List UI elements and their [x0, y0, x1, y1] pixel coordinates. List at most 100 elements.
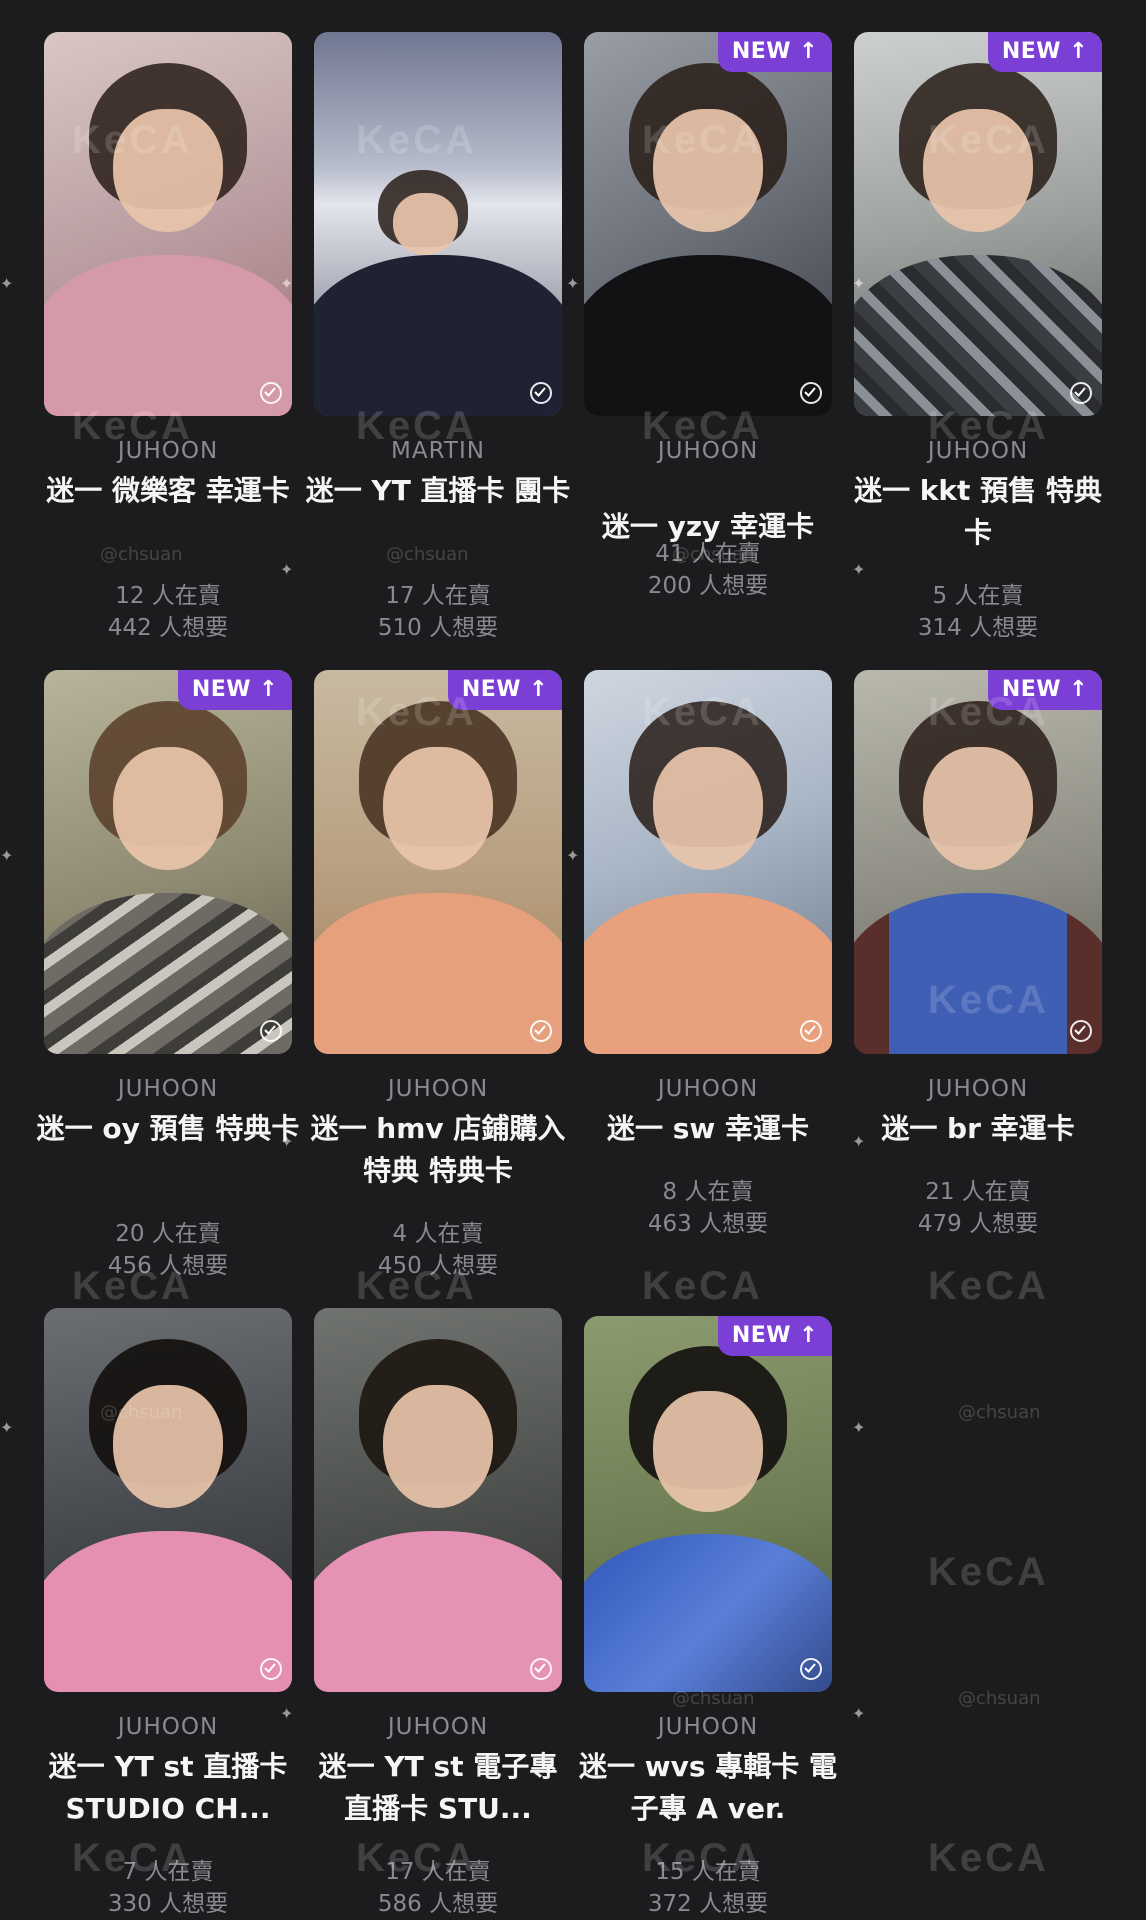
card-title[interactable]: 迷一 YT 直播卡 團卡	[302, 470, 574, 512]
sellers-count: 12 人在賣	[115, 583, 221, 609]
card-title[interactable]: 迷一 oy 預售 特典卡	[32, 1108, 304, 1150]
member-name: JUHOON	[387, 1076, 489, 1102]
card-photo[interactable]	[314, 32, 562, 416]
check-icon[interactable]	[1070, 382, 1092, 404]
card-title[interactable]: 迷一 sw 幸運卡	[572, 1108, 844, 1150]
watermark-handle: @chsuan	[672, 1688, 755, 1709]
check-icon[interactable]	[530, 1020, 552, 1042]
check-icon[interactable]	[260, 1658, 282, 1680]
check-icon[interactable]	[530, 1658, 552, 1680]
watermark-logo: KeCA	[928, 1836, 1049, 1880]
watermark-logo: KeCA	[928, 978, 1049, 1022]
watermark-handle: @chsuan	[100, 1402, 183, 1423]
sparkle-icon: ✦	[852, 560, 866, 579]
watermark-logo: KeCA	[72, 1264, 193, 1308]
new-badge: NEW ↑	[717, 32, 832, 72]
sellers-count: 17 人在賣	[385, 583, 491, 609]
card-title[interactable]: 迷一 微樂客 幸運卡	[32, 470, 304, 512]
check-icon[interactable]	[1070, 1020, 1092, 1042]
card-photo[interactable]: NEW ↑	[584, 1316, 832, 1692]
card-title[interactable]: 迷一 hmv 店鋪購入特典 特典卡	[302, 1108, 574, 1192]
sparkle-icon: ✦	[852, 1132, 866, 1151]
check-icon[interactable]	[260, 382, 282, 404]
sparkle-icon: ✦	[566, 274, 580, 293]
sellers-count: 5 人在賣	[932, 583, 1024, 609]
card-title[interactable]: 迷一 YT st 直播卡 STUDIO CH...	[32, 1746, 304, 1830]
card-title[interactable]: 迷一 wvs 專輯卡 電子專 A ver.	[572, 1746, 844, 1830]
watermark-logo: KeCA	[642, 404, 763, 448]
watermark-logo: KeCA	[356, 1264, 477, 1308]
arrow-up-icon: ↑	[259, 677, 278, 702]
sparkle-icon: ✦	[0, 274, 14, 293]
shirt-shape	[584, 254, 832, 416]
photocard-grid: JUHOON 迷一 微樂客 幸運卡 12 人在賣 442 人想要 MARTIN …	[0, 0, 1146, 1919]
watermark-handle: @chsuan	[958, 1402, 1041, 1423]
member-name: JUHOON	[117, 1076, 219, 1102]
card-photo[interactable]: NEW ↑	[854, 32, 1102, 416]
jacket-shape	[314, 254, 562, 416]
member-name: JUHOON	[117, 1714, 219, 1740]
member-name: JUHOON	[927, 1076, 1029, 1102]
sparkle-icon: ✦	[566, 846, 580, 865]
sparkle-icon: ✦	[852, 1704, 866, 1723]
watermark-logo: KeCA	[356, 404, 477, 448]
card-photo[interactable]	[44, 32, 292, 416]
arrow-up-icon: ↑	[799, 39, 818, 64]
watermark-logo: KeCA	[928, 404, 1049, 448]
check-icon[interactable]	[260, 1020, 282, 1042]
watermark-logo: KeCA	[72, 1836, 193, 1880]
card-photo[interactable]: NEW ↑	[584, 32, 832, 416]
watermark-logo: KeCA	[356, 118, 477, 162]
new-badge: NEW ↑	[717, 1316, 832, 1356]
card-photo[interactable]	[44, 1308, 292, 1692]
card-title[interactable]: 迷一 YT st 電子專 直播卡 STU...	[302, 1746, 574, 1830]
arrow-up-icon: ↑	[1069, 39, 1088, 64]
member-name: JUHOON	[657, 1076, 759, 1102]
card-photo[interactable]: NEW ↑	[44, 670, 292, 1054]
check-icon[interactable]	[800, 1020, 822, 1042]
sellers-count: 20 人在賣	[115, 1221, 221, 1247]
face-shape	[653, 1391, 763, 1512]
watermark-logo: KeCA	[928, 1550, 1049, 1594]
watermark-logo: KeCA	[642, 1264, 763, 1308]
shirt-shape	[44, 254, 292, 416]
watermark-logo: KeCA	[928, 118, 1049, 162]
check-icon[interactable]	[800, 382, 822, 404]
watermark-logo: KeCA	[72, 404, 193, 448]
watermark-logo: KeCA	[72, 118, 193, 162]
wants-count: 442 人想要	[107, 615, 229, 641]
wants-count: 330 人想要	[107, 1891, 229, 1917]
watermark-logo: KeCA	[928, 1264, 1049, 1308]
watermark-logo: KeCA	[928, 690, 1049, 734]
face-shape	[653, 746, 763, 870]
shirt-shape	[314, 892, 562, 1054]
watermark-logo: KeCA	[356, 1836, 477, 1880]
face-shape	[113, 746, 223, 870]
new-badge: NEW ↑	[987, 32, 1102, 72]
watermark-logo: KeCA	[642, 690, 763, 734]
arrow-up-icon: ↑	[799, 1323, 818, 1348]
wants-count: 510 人想要	[377, 615, 499, 641]
check-icon[interactable]	[530, 382, 552, 404]
wants-count: 586 人想要	[377, 1891, 499, 1917]
sparkle-icon: ✦	[852, 1418, 866, 1437]
card-title[interactable]: 迷一 kkt 預售 特典卡	[842, 470, 1114, 554]
sparkle-icon: ✦	[280, 274, 294, 293]
sparkle-icon: ✦	[280, 560, 294, 579]
wants-count: 463 人想要	[647, 1211, 769, 1237]
sparkle-icon: ✦	[280, 1704, 294, 1723]
sparkle-icon: ✦	[280, 1132, 294, 1151]
card-title[interactable]: 迷一 br 幸運卡	[842, 1108, 1114, 1150]
shirt-shape	[854, 254, 1102, 416]
card-photo[interactable]	[314, 1308, 562, 1692]
wants-count: 200 人想要	[647, 573, 769, 599]
watermark-handle: @chsuan	[958, 1688, 1041, 1709]
arrow-up-icon: ↑	[1069, 677, 1088, 702]
hoodie-shape	[584, 1534, 832, 1692]
check-icon[interactable]	[800, 1658, 822, 1680]
watermark-logo: KeCA	[642, 118, 763, 162]
wants-count: 314 人想要	[917, 615, 1039, 641]
sellers-count: 21 人在賣	[925, 1179, 1031, 1205]
sparkle-icon: ✦	[0, 1418, 14, 1437]
sellers-count: 8 人在賣	[662, 1179, 754, 1205]
